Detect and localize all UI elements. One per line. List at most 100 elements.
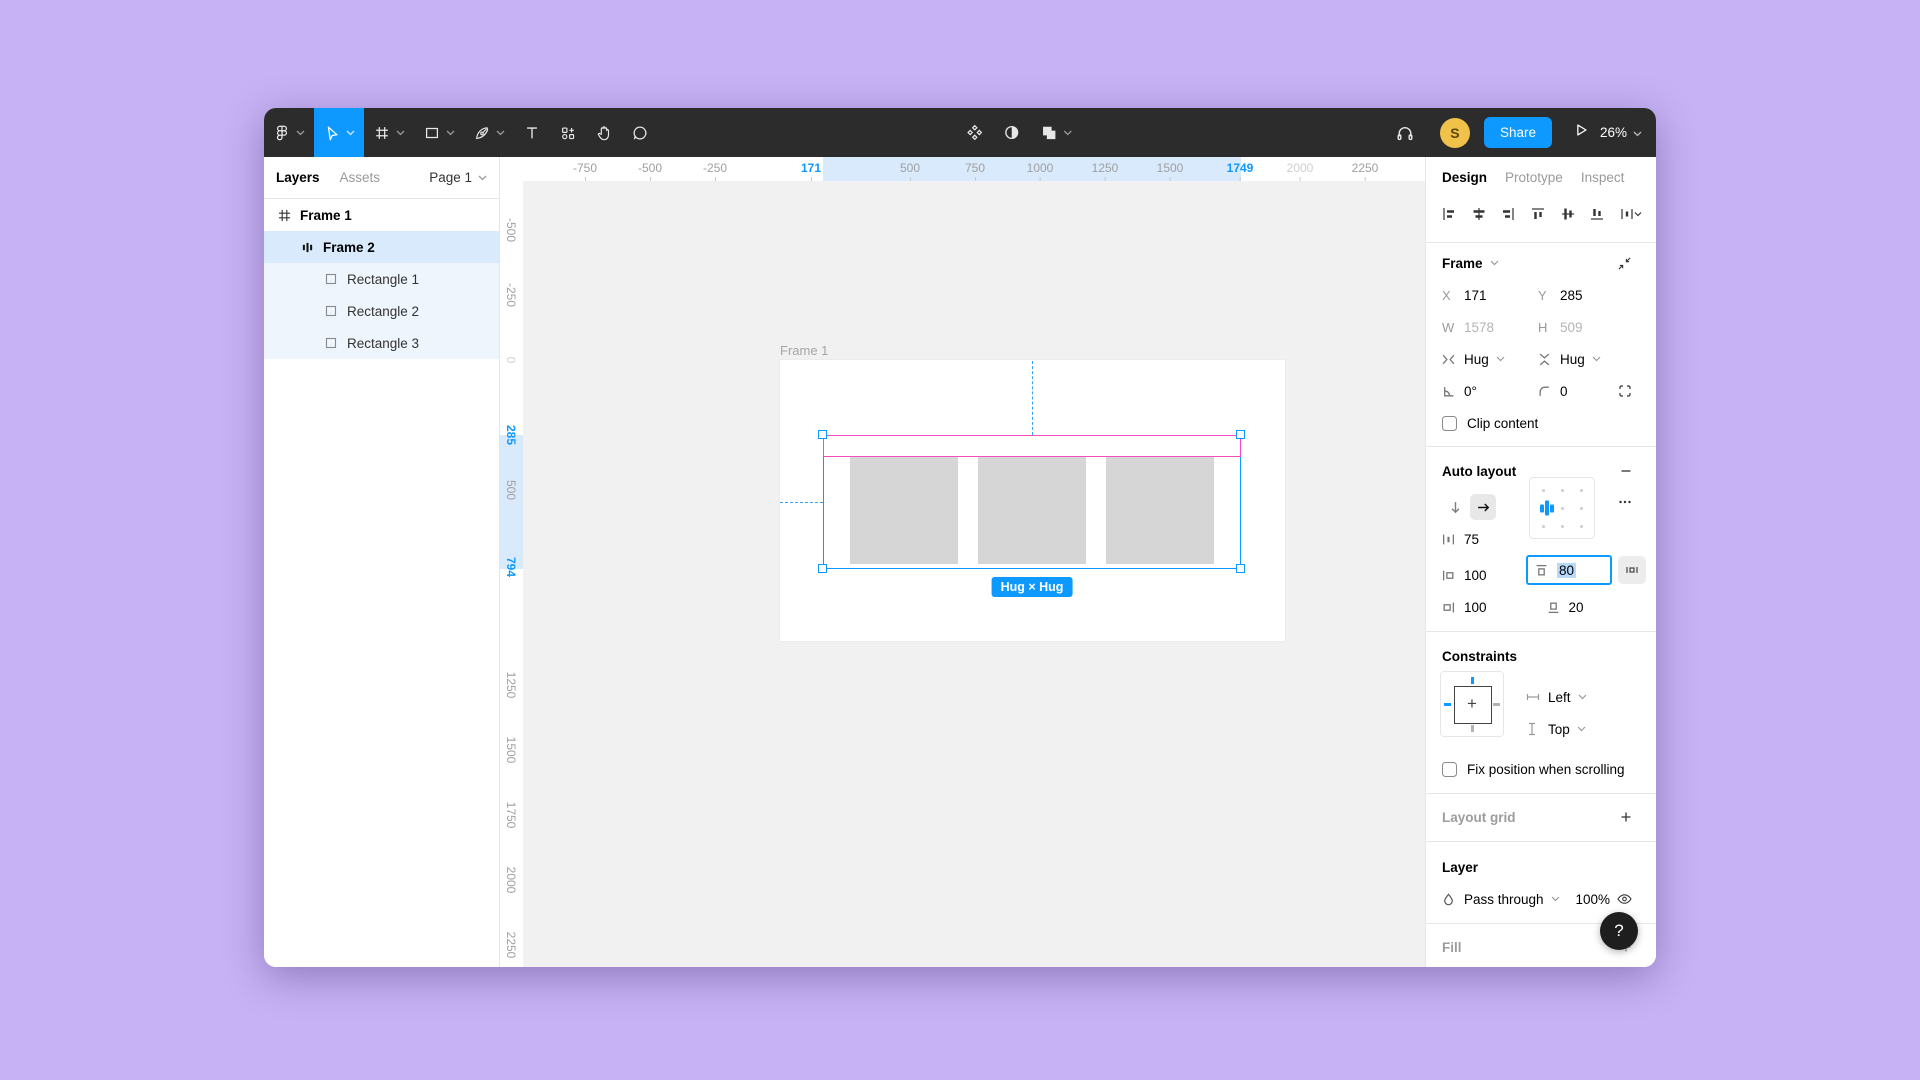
ruler-label: 2250 — [1351, 161, 1379, 181]
spacing-value[interactable]: 75 — [1464, 532, 1479, 547]
x-label: X — [1442, 287, 1451, 303]
toolbar-right-group: S Share 26% — [1386, 108, 1656, 157]
canvas-frame-1-label[interactable]: Frame 1 — [780, 343, 828, 358]
help-button[interactable]: ? — [1600, 912, 1638, 950]
auto-layout-more-options-button[interactable] — [1618, 495, 1632, 509]
tab-prototype[interactable]: Prototype — [1505, 170, 1563, 185]
main-menu-button[interactable] — [264, 108, 314, 157]
present-button[interactable] — [1572, 121, 1590, 144]
align-right-button[interactable] — [1495, 202, 1521, 226]
independent-corners-icon[interactable] — [1618, 384, 1632, 398]
layer-name: Rectangle 2 — [347, 303, 420, 319]
vertical-resizing-value[interactable]: Hug — [1560, 352, 1585, 367]
clip-content-checkbox[interactable] — [1442, 415, 1457, 431]
alignment-guide-vertical — [1032, 361, 1033, 435]
comment-tool-button[interactable] — [622, 108, 658, 157]
auto-layout-vertical-button[interactable] — [1442, 494, 1468, 520]
selection-handle-top-left[interactable] — [818, 430, 827, 439]
collapse-frame-icon[interactable] — [1617, 256, 1632, 271]
tab-assets[interactable]: Assets — [340, 170, 393, 185]
selection-type-label[interactable]: Frame — [1442, 256, 1483, 271]
text-tool-button[interactable] — [514, 108, 550, 157]
horizontal-resizing-icon — [1442, 353, 1464, 366]
tab-design[interactable]: Design — [1442, 170, 1487, 185]
question-mark: ? — [1614, 921, 1624, 940]
share-button[interactable]: Share — [1483, 117, 1552, 148]
opacity-value[interactable]: 100% — [1575, 892, 1610, 907]
chevron-down-icon — [1490, 260, 1499, 266]
ruler-label: -750 — [572, 161, 598, 181]
ruler-label: 171 — [800, 161, 822, 181]
visibility-eye-icon[interactable] — [1617, 893, 1632, 905]
independent-padding-toggle[interactable] — [1618, 556, 1646, 584]
align-horizontal-center-button[interactable] — [1466, 202, 1492, 226]
padding-top-icon — [1535, 564, 1557, 577]
padding-top-input[interactable]: 80 — [1526, 555, 1612, 585]
use-as-mask-button[interactable] — [993, 108, 1030, 157]
layer-row-rectangle-2[interactable]: Rectangle 2 — [264, 295, 499, 327]
hand-tool-button[interactable] — [586, 108, 622, 157]
h-value[interactable]: 509 — [1560, 320, 1583, 335]
toolbar: S Share 26% — [264, 108, 1656, 157]
padding-right-value[interactable]: 100 — [1464, 600, 1487, 615]
align-bottom-button[interactable] — [1584, 202, 1610, 226]
move-tool-button[interactable] — [314, 108, 364, 157]
shape-tool-button[interactable] — [414, 108, 464, 157]
avatar[interactable]: S — [1439, 117, 1470, 148]
resources-tool-button[interactable] — [550, 108, 586, 157]
ruler-label: -250 — [702, 161, 728, 181]
horizontal-constraint-value[interactable]: Left — [1548, 690, 1571, 705]
horizontal-resizing-value[interactable]: Hug — [1464, 352, 1489, 367]
padding-left-value[interactable]: 100 — [1464, 568, 1487, 583]
add-layout-grid-button[interactable] — [1620, 811, 1632, 823]
align-left-button[interactable] — [1436, 202, 1462, 226]
figma-window: S Share 26% Layers Assets Page 1 Frame 1… — [264, 108, 1656, 967]
zoom-menu[interactable]: 26% — [1600, 125, 1642, 140]
frame-tool-button[interactable] — [364, 108, 414, 157]
selection-handle-bottom-left[interactable] — [818, 564, 827, 573]
distribute-menu-button[interactable] — [1614, 202, 1648, 226]
tab-layers[interactable]: Layers — [276, 170, 340, 185]
ruler-label: 2250 — [504, 931, 518, 959]
x-value[interactable]: 171 — [1464, 288, 1487, 303]
layer-row-frame-2[interactable]: Frame 2 — [264, 231, 499, 263]
resources-icon — [559, 124, 577, 142]
padding-bottom-value[interactable]: 20 — [1569, 600, 1584, 615]
padding-bottom-icon — [1547, 601, 1569, 614]
page-selector[interactable]: Page 1 — [429, 170, 487, 185]
selection-handle-bottom-right[interactable] — [1236, 564, 1245, 573]
ruler-label: -500 — [504, 217, 518, 243]
blend-mode-value[interactable]: Pass through — [1464, 892, 1544, 907]
layer-row-frame-1[interactable]: Frame 1 — [264, 199, 499, 231]
layer-name: Rectangle 3 — [347, 335, 420, 351]
auto-layout-horizontal-button[interactable] — [1470, 494, 1496, 520]
alignment-guide-horizontal — [780, 502, 823, 503]
w-value[interactable]: 1578 — [1464, 320, 1494, 335]
constraints-widget[interactable]: + — [1440, 671, 1504, 737]
fix-position-checkbox[interactable] — [1442, 761, 1457, 777]
ruler-label: 500 — [899, 161, 921, 181]
ruler-label: -250 — [504, 282, 518, 308]
ruler-label: 1500 — [1156, 161, 1184, 181]
remove-auto-layout-button[interactable] — [1620, 465, 1632, 477]
layer-row-rectangle-1[interactable]: Rectangle 1 — [264, 263, 499, 295]
canvas[interactable]: Frame 1 Hug × Hug -750 -500 -250 171 500 — [500, 157, 1425, 967]
vertical-ruler: -500 -250 0 285 500 794 1250 1500 1750 2… — [500, 181, 523, 967]
selection-handle-top-right[interactable] — [1236, 430, 1245, 439]
align-top-button[interactable] — [1525, 202, 1551, 226]
create-component-button[interactable] — [956, 108, 993, 157]
vertical-constraint-value[interactable]: Top — [1548, 722, 1570, 737]
y-value[interactable]: 285 — [1560, 288, 1583, 303]
corner-radius-value[interactable]: 0 — [1560, 384, 1568, 399]
rectangle-icon — [324, 273, 338, 285]
layer-row-rectangle-3[interactable]: Rectangle 3 — [264, 327, 499, 359]
rotation-value[interactable]: 0° — [1464, 384, 1477, 399]
layer-name: Rectangle 1 — [347, 271, 420, 287]
audio-button[interactable] — [1386, 123, 1424, 143]
align-vertical-center-button[interactable] — [1555, 202, 1581, 226]
tab-inspect[interactable]: Inspect — [1581, 170, 1625, 185]
pen-tool-button[interactable] — [464, 108, 514, 157]
layer-section-title: Layer — [1442, 859, 1479, 875]
comment-icon — [631, 124, 649, 142]
boolean-groups-button[interactable] — [1030, 108, 1081, 157]
